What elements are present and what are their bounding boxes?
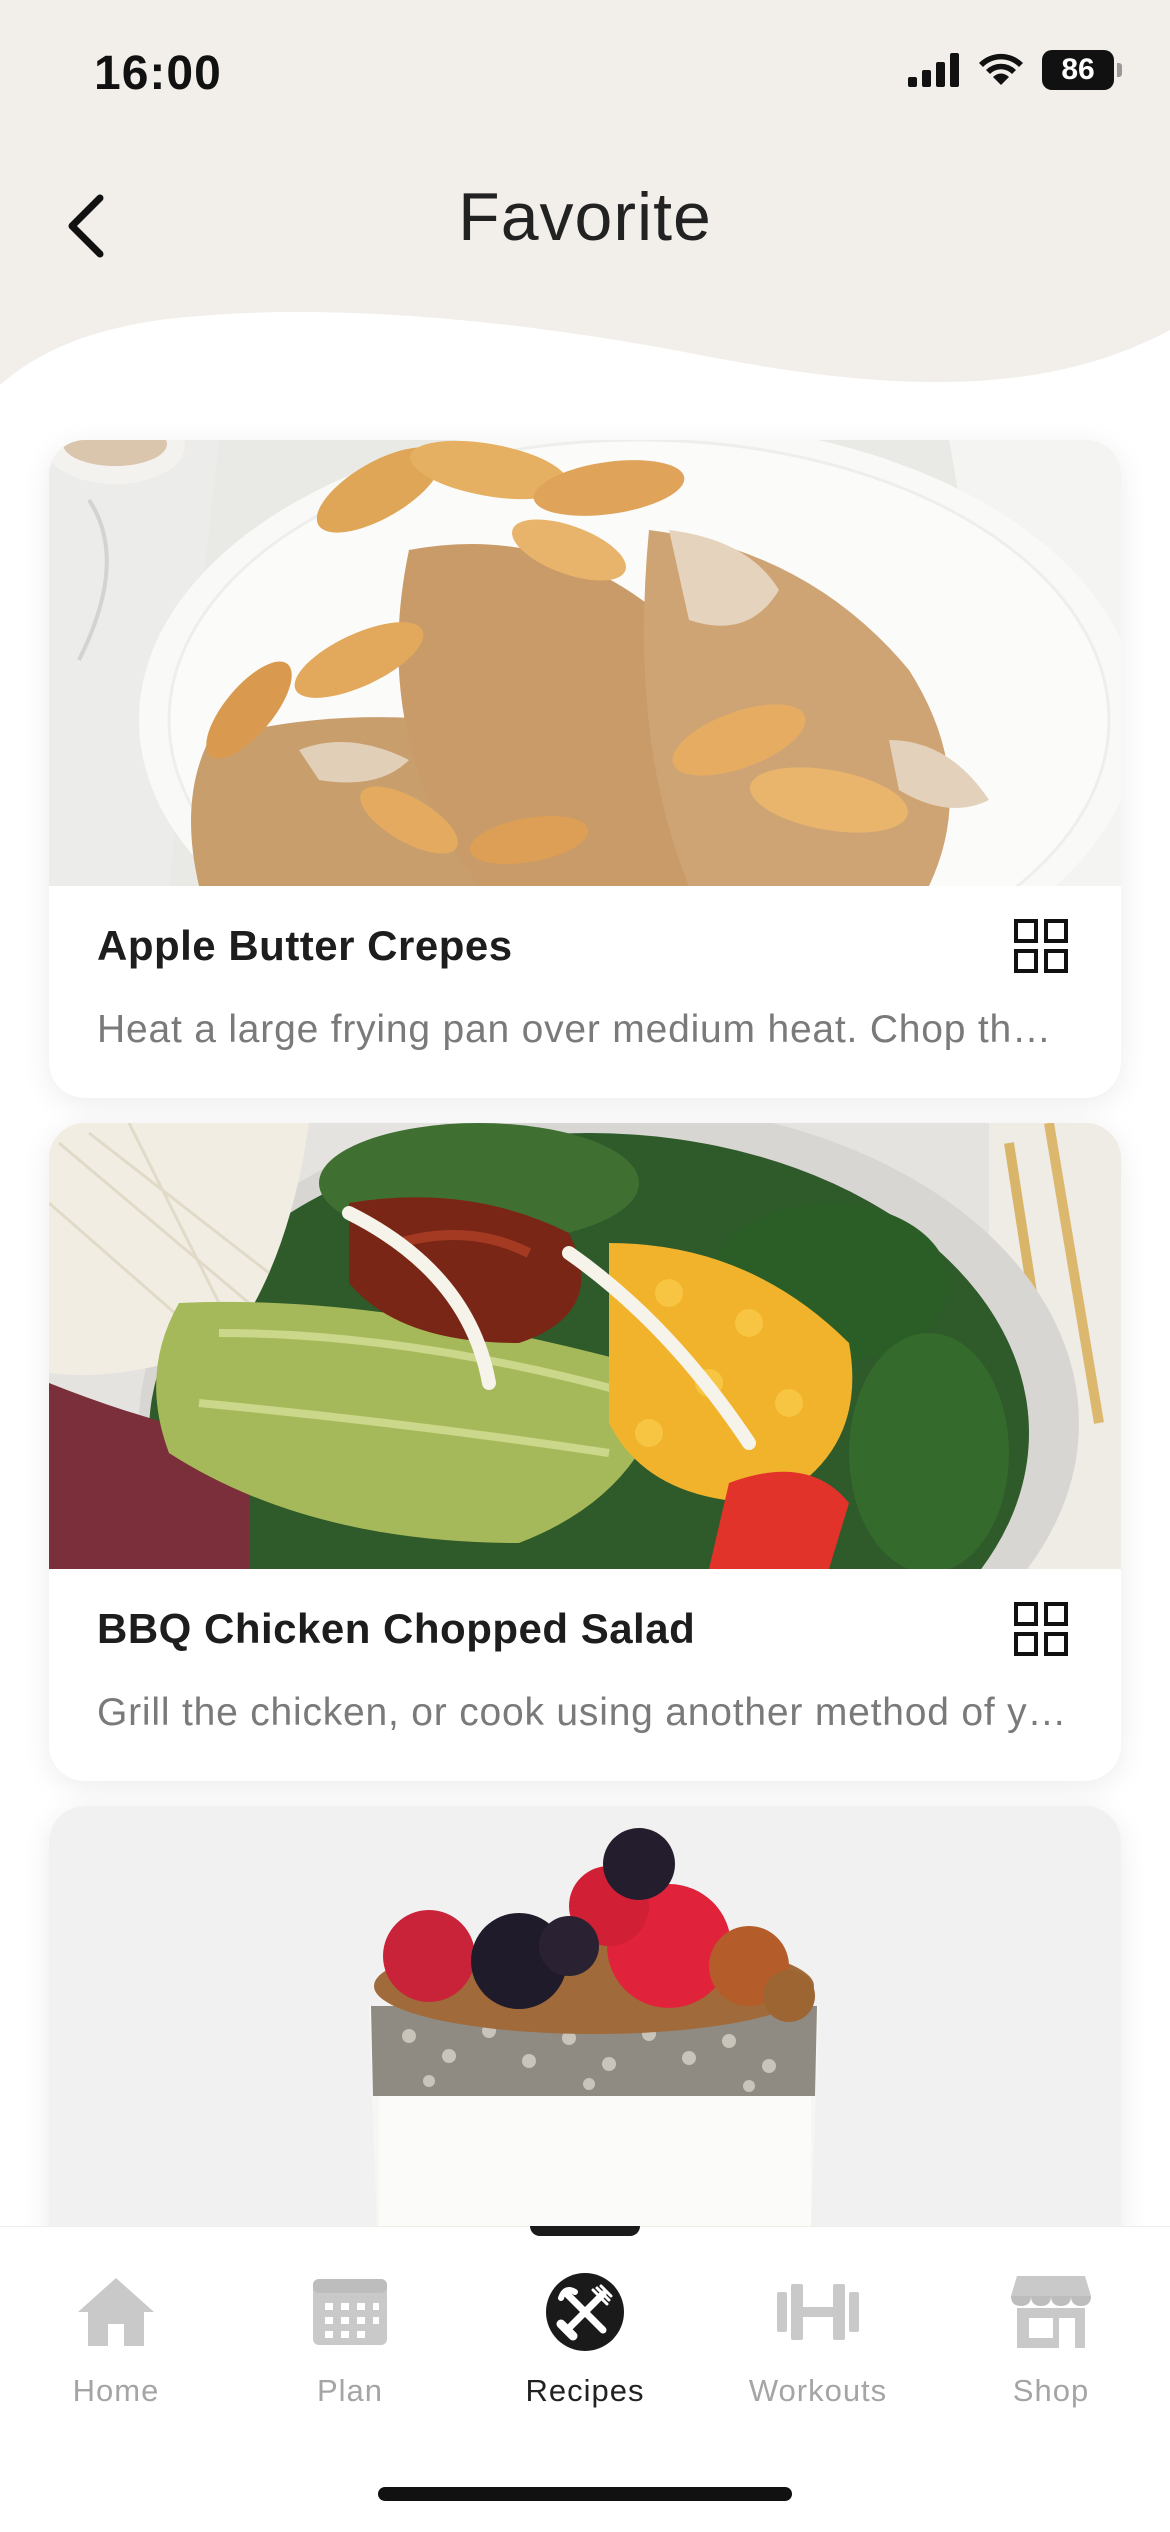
nav-item-home[interactable]: Home — [16, 2267, 216, 2409]
recipe-description: Grill the chicken, or cook using another… — [97, 1691, 1067, 1734]
wifi-icon — [979, 53, 1023, 85]
header: 16:00 86 Favorite — [0, 0, 1170, 400]
nav-item-workouts[interactable]: Workouts — [718, 2267, 918, 2409]
recipe-description: Heat a large frying pan over medium heat… — [97, 1008, 1067, 1051]
recipe-card[interactable]: Apple Butter Crepes Heat a large frying … — [49, 440, 1121, 1098]
recipe-image[interactable] — [49, 1123, 1121, 1569]
recipe-title: Apple Butter Crepes — [97, 922, 513, 969]
signal-icon — [908, 53, 959, 87]
battery-nub — [1117, 63, 1122, 77]
home-indicator[interactable] — [378, 2487, 792, 2501]
nav-label: Plan — [316, 2373, 384, 2408]
grid-icon[interactable] — [1013, 918, 1069, 974]
active-tab-indicator — [530, 2226, 640, 2236]
nav-label: Shop — [1012, 2373, 1090, 2408]
calendar-icon — [305, 2267, 395, 2357]
nav-label: Recipes — [525, 2373, 645, 2408]
recipe-card-body: BBQ Chicken Chopped Salad Grill the chic… — [49, 1569, 1121, 1781]
recipe-card-body: Apple Butter Crepes Heat a large frying … — [49, 886, 1121, 1098]
battery-level: 86 — [1061, 53, 1095, 86]
page-title: Favorite — [458, 179, 712, 255]
dumbbell-icon — [773, 2267, 863, 2357]
nav-label: Workouts — [748, 2373, 888, 2408]
home-icon — [71, 2267, 161, 2357]
nav-item-recipes[interactable]: Recipes — [485, 2267, 685, 2409]
battery-icon: 86 — [1042, 50, 1122, 90]
nav-item-plan[interactable]: Plan — [250, 2267, 450, 2409]
bbq-chicken-salad-image — [49, 1123, 1121, 1569]
recipe-title: BBQ Chicken Chopped Salad — [97, 1605, 696, 1652]
status-time: 16:00 — [94, 47, 222, 100]
store-icon — [1006, 2267, 1096, 2357]
grid-icon[interactable] — [1013, 1601, 1069, 1657]
chia-yogurt-parfait-with-berries-image — [49, 1806, 1121, 2286]
recipe-card[interactable] — [49, 1806, 1121, 2286]
crepes-with-apples-image — [49, 440, 1121, 886]
status-icons: 86 — [908, 50, 1122, 90]
recipe-image[interactable] — [49, 440, 1121, 886]
nav-item-shop[interactable]: Shop — [951, 2267, 1151, 2409]
nav-label: Home — [72, 2373, 160, 2408]
fork-knife-icon — [540, 2267, 630, 2357]
recipe-image[interactable] — [49, 1806, 1121, 2286]
recipe-card[interactable]: BBQ Chicken Chopped Salad Grill the chic… — [49, 1123, 1121, 1781]
